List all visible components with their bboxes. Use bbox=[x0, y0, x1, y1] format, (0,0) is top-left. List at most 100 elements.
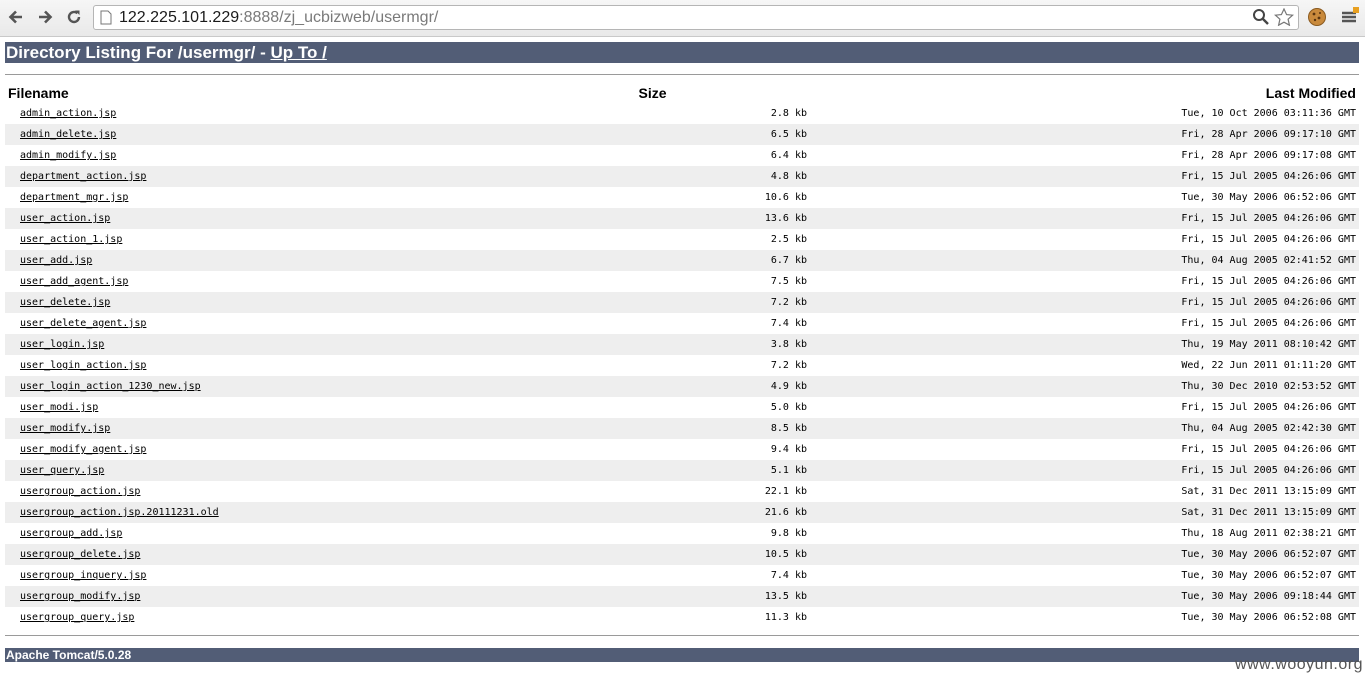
file-link[interactable]: user_delete_agent.jsp bbox=[8, 318, 146, 329]
file-last-modified: Fri, 15 Jul 2005 04:26:06 GMT bbox=[1181, 276, 1356, 287]
file-size: 7.4 kb bbox=[770, 570, 807, 581]
file-link[interactable]: department_action.jsp bbox=[8, 171, 146, 182]
file-last-modified: Fri, 15 Jul 2005 04:26:06 GMT bbox=[810, 208, 1359, 229]
file-link[interactable]: user_login_action_1230_new.jsp bbox=[8, 381, 201, 392]
table-row: usergroup_action.jsp.20111231.old 21.6 kb… bbox=[5, 502, 1359, 523]
file-last-modified: Sat, 31 Dec 2011 13:15:09 GMT bbox=[810, 502, 1359, 523]
url-text[interactable]: 122.225.101.229:8888/zj_ucbizweb/usermgr… bbox=[119, 9, 438, 27]
file-size: 6.7 kb bbox=[495, 250, 810, 271]
file-size: 9.4 kb bbox=[770, 444, 807, 455]
file-link[interactable]: user_modi.jsp bbox=[8, 402, 98, 413]
file-link[interactable]: usergroup_inquery.jsp bbox=[8, 570, 146, 581]
page-icon bbox=[100, 10, 112, 25]
file-name-cell: user_modify_agent.jsp bbox=[5, 439, 495, 460]
file-name-cell: usergroup_inquery.jsp bbox=[5, 565, 495, 586]
file-link[interactable]: usergroup_delete.jsp bbox=[8, 549, 140, 560]
back-icon[interactable] bbox=[5, 6, 27, 28]
file-last-modified: Fri, 15 Jul 2005 04:26:06 GMT bbox=[1181, 402, 1356, 413]
file-last-modified: Fri, 28 Apr 2006 09:17:08 GMT bbox=[1181, 150, 1356, 161]
file-last-modified: Tue, 30 May 2006 06:52:06 GMT bbox=[1181, 192, 1356, 203]
file-size: 7.2 kb bbox=[495, 292, 810, 313]
file-last-modified: Tue, 30 May 2006 06:52:07 GMT bbox=[1181, 570, 1356, 581]
address-bar[interactable]: 122.225.101.229:8888/zj_ucbizweb/usermgr… bbox=[93, 5, 1299, 30]
table-header-row: Filename Size Last Modified bbox=[5, 83, 1359, 103]
file-size: 2.5 kb bbox=[770, 234, 807, 245]
file-last-modified: Tue, 10 Oct 2006 03:11:36 GMT bbox=[1181, 108, 1356, 119]
table-row: user_login_action_1230_new.jsp 4.9 kb Thu,… bbox=[5, 376, 1359, 397]
file-link[interactable]: usergroup_query.jsp bbox=[8, 612, 134, 623]
table-row: user_login.jsp 3.8 kb Thu, 19 May 2011 08:… bbox=[5, 334, 1359, 355]
table-row: admin_modify.jsp 6.4 kb Fri, 28 Apr 2006 0… bbox=[5, 145, 1359, 166]
table-row: user_add_agent.jsp 7.5 kb Fri, 15 Jul 2005… bbox=[5, 271, 1359, 292]
file-link[interactable]: usergroup_action.jsp.20111231.old bbox=[8, 507, 219, 518]
directory-table: Filename Size Last Modified admin_action… bbox=[5, 83, 1359, 628]
table-row: user_delete_agent.jsp 7.4 kb Fri, 15 Jul 2… bbox=[5, 313, 1359, 334]
file-link[interactable]: user_action_1.jsp bbox=[8, 234, 122, 245]
file-size: 4.8 kb bbox=[495, 166, 810, 187]
file-link[interactable]: user_delete.jsp bbox=[8, 297, 110, 308]
file-link[interactable]: user_add.jsp bbox=[8, 255, 92, 266]
file-name-cell: admin_action.jsp bbox=[5, 103, 495, 124]
server-footer: Apache Tomcat/5.0.28 bbox=[5, 648, 1359, 662]
file-link[interactable]: admin_modify.jsp bbox=[8, 150, 116, 161]
table-row: user_add.jsp 6.7 kb Thu, 04 Aug 2005 02:41… bbox=[5, 250, 1359, 271]
file-size: 10.6 kb bbox=[764, 192, 807, 203]
file-link[interactable]: usergroup_action.jsp bbox=[8, 486, 140, 497]
reload-icon[interactable] bbox=[63, 6, 85, 28]
table-row: usergroup_delete.jsp 10.5 kb Tue, 30 May 2… bbox=[5, 544, 1359, 565]
file-link[interactable]: user_action.jsp bbox=[8, 213, 110, 224]
file-link[interactable]: admin_action.jsp bbox=[8, 108, 116, 119]
file-last-modified: Thu, 18 Aug 2011 02:38:21 GMT bbox=[1181, 528, 1356, 539]
file-last-modified: Fri, 15 Jul 2005 04:26:06 GMT bbox=[810, 166, 1359, 187]
file-name-cell: user_add.jsp bbox=[5, 250, 495, 271]
search-icon[interactable] bbox=[1252, 8, 1270, 26]
file-size: 6.5 kb bbox=[495, 124, 810, 145]
file-last-modified: Tue, 30 May 2006 09:18:44 GMT bbox=[810, 586, 1359, 607]
file-size: 7.2 kb bbox=[770, 360, 807, 371]
table-row: usergroup_query.jsp 11.3 kb Tue, 30 May 20… bbox=[5, 607, 1359, 628]
file-size: 9.8 kb bbox=[770, 528, 807, 539]
file-size: 7.4 kb bbox=[770, 318, 807, 329]
file-size: 10.5 kb bbox=[495, 544, 810, 565]
file-name-cell: usergroup_modify.jsp bbox=[5, 586, 495, 607]
menu-icon[interactable] bbox=[1339, 7, 1359, 27]
up-to-root-link[interactable]: Up To / bbox=[271, 43, 327, 62]
file-last-modified: Tue, 30 May 2006 06:52:08 GMT bbox=[1181, 612, 1356, 623]
file-name-cell: usergroup_delete.jsp bbox=[5, 544, 495, 565]
star-icon[interactable] bbox=[1274, 8, 1294, 26]
file-link[interactable]: usergroup_modify.jsp bbox=[8, 591, 140, 602]
file-size: 6.4 kb bbox=[770, 150, 807, 161]
file-name-cell: user_query.jsp bbox=[5, 460, 495, 481]
file-link[interactable]: user_modify_agent.jsp bbox=[8, 444, 146, 455]
file-name-cell: usergroup_add.jsp bbox=[5, 523, 495, 544]
table-row: usergroup_action.jsp 22.1 kb Sat, 31 Dec 2… bbox=[5, 481, 1359, 502]
table-row: department_mgr.jsp 10.6 kb Tue, 30 May 200… bbox=[5, 187, 1359, 208]
file-name-cell: usergroup_action.jsp.20111231.old bbox=[5, 502, 495, 523]
file-last-modified: Thu, 04 Aug 2005 02:42:30 GMT bbox=[810, 418, 1359, 439]
file-last-modified: Tue, 30 May 2006 06:52:07 GMT bbox=[810, 544, 1359, 565]
file-link[interactable]: department_mgr.jsp bbox=[8, 192, 128, 203]
file-last-modified: Fri, 15 Jul 2005 04:26:06 GMT bbox=[810, 460, 1359, 481]
file-size: 4.9 kb bbox=[495, 376, 810, 397]
file-size: 5.0 kb bbox=[770, 402, 807, 413]
file-last-modified: Wed, 22 Jun 2011 01:11:20 GMT bbox=[1181, 360, 1356, 371]
file-size: 13.6 kb bbox=[495, 208, 810, 229]
file-link[interactable]: user_login.jsp bbox=[8, 339, 104, 350]
table-row: admin_action.jsp 2.8 kb Tue, 10 Oct 2006 0… bbox=[5, 103, 1359, 124]
page-title-text: Directory Listing For /usermgr/ - bbox=[6, 43, 271, 62]
column-header-last-modified: Last Modified bbox=[1265, 85, 1356, 101]
forward-icon[interactable] bbox=[34, 6, 56, 28]
file-size: 21.6 kb bbox=[495, 502, 810, 523]
table-row: user_modi.jsp 5.0 kb Fri, 15 Jul 2005 04:2… bbox=[5, 397, 1359, 418]
file-link[interactable]: user_login_action.jsp bbox=[8, 360, 146, 371]
file-name-cell: user_delete_agent.jsp bbox=[5, 313, 495, 334]
file-link[interactable]: user_modify.jsp bbox=[8, 423, 110, 434]
file-link[interactable]: admin_delete.jsp bbox=[8, 129, 116, 140]
file-link[interactable]: usergroup_add.jsp bbox=[8, 528, 122, 539]
file-link[interactable]: user_add_agent.jsp bbox=[8, 276, 128, 287]
table-row: admin_delete.jsp 6.5 kb Fri, 28 Apr 2006 0… bbox=[5, 124, 1359, 145]
url-host: 122.225.101.229 bbox=[119, 9, 240, 26]
cookie-icon[interactable] bbox=[1307, 7, 1327, 27]
file-name-cell: user_action_1.jsp bbox=[5, 229, 495, 250]
file-link[interactable]: user_query.jsp bbox=[8, 465, 104, 476]
